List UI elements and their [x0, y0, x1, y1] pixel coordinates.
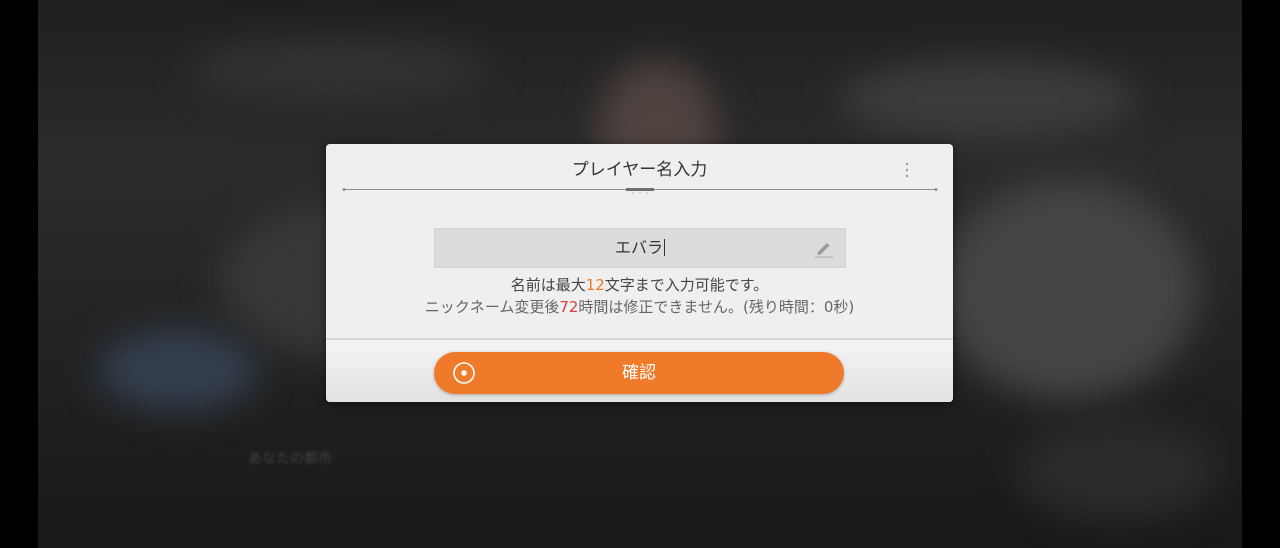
name-lock-hint: ニックネーム変更後72時間は修正できません。(残り時間：0秒) — [326, 296, 953, 317]
player-name-input[interactable]: エバラ — [434, 228, 846, 268]
title-divider — [342, 188, 938, 194]
pencil-icon[interactable] — [813, 237, 835, 259]
max-chars-value: 12 — [585, 276, 605, 294]
dialog-title: プレイヤー名入力 — [571, 160, 708, 180]
hint-text: 文字まで入力可能です。 — [604, 276, 769, 294]
lock-hours-value: 72 — [559, 298, 579, 316]
game-screen: あなたの都市 プレイヤー名入力 エバラ 名前は最大12文字まで入力可能です。 ニ… — [0, 0, 1280, 548]
confirm-button[interactable]: 確認 — [434, 352, 844, 394]
dialog-footer: 確認 — [326, 338, 953, 402]
player-name-dialog: プレイヤー名入力 エバラ 名前は最大12文字まで入力可能です。 ニックネーム変更… — [326, 144, 953, 402]
text-caret — [664, 239, 665, 256]
hint-text: ニックネーム変更後 — [424, 298, 560, 316]
hint-text: 時間は修正できません。(残り時間：0秒) — [578, 298, 855, 316]
confirm-label: 確認 — [622, 363, 656, 383]
player-name-text: エバラ — [614, 238, 663, 257]
vertical-dots-icon[interactable] — [901, 160, 913, 180]
hint-text: 名前は最大 — [510, 276, 586, 294]
player-name-value[interactable]: エバラ — [435, 229, 845, 267]
name-length-hint: 名前は最大12文字まで入力可能です。 — [326, 274, 953, 295]
